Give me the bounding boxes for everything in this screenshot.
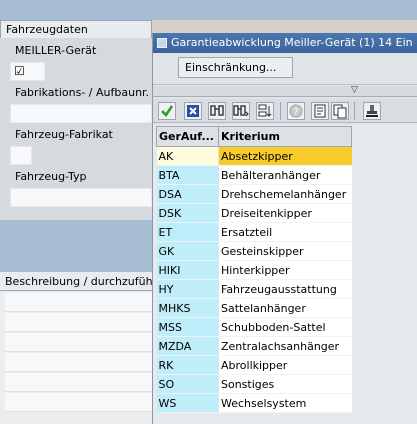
row-code-cell[interactable]: MZDA — [156, 336, 219, 356]
column-header-code[interactable]: GerAuf... — [156, 126, 219, 147]
row-criterion-cell[interactable]: Absetzkipper — [218, 146, 352, 166]
table-row[interactable]: GK Gesteinskipper — [156, 241, 352, 261]
row-code-cell[interactable]: DSA — [156, 184, 219, 204]
background-header-band — [0, 0, 417, 20]
description-row[interactable] — [5, 373, 152, 392]
find-next-icon[interactable] — [232, 102, 250, 120]
fahrzeug-fabrikat-field[interactable] — [10, 146, 32, 165]
value-help-dialog: Garantieabwicklung Meiller-Gerät (1) 14 … — [152, 33, 417, 424]
find-icon[interactable] — [208, 102, 226, 120]
table-row[interactable]: WS Wechselsystem — [156, 393, 352, 413]
description-row[interactable] — [5, 313, 152, 332]
table-row[interactable]: MSS Schubboden-Sattel — [156, 317, 352, 337]
row-criterion-cell[interactable]: Abrollkipper — [218, 355, 352, 375]
row-criterion-cell[interactable]: Ersatzteil — [218, 222, 352, 242]
table-row[interactable]: MZDA Zentralachsanhänger — [156, 336, 352, 356]
document-icon[interactable] — [311, 102, 329, 120]
row-code-cell[interactable]: MSS — [156, 317, 219, 337]
table-row[interactable]: SO Sonstiges — [156, 374, 352, 394]
row-criterion-cell[interactable]: Behälteranhänger — [218, 165, 352, 185]
fabrikation-label: Fabrikations- / Aufbaunr. — [15, 86, 150, 99]
row-criterion-cell[interactable]: Dreiseitenkipper — [218, 203, 352, 223]
fahrzeug-fabrikat-label: Fahrzeug-Fabrikat — [15, 128, 113, 141]
row-criterion-cell[interactable]: Hinterkipper — [218, 260, 352, 280]
row-criterion-cell[interactable]: Drehschemelanhänger — [218, 184, 352, 204]
system-menu-icon[interactable] — [157, 38, 167, 48]
table-row[interactable]: AK Absetzkipper — [156, 146, 352, 166]
toolbar-separator — [354, 102, 355, 120]
row-code-cell[interactable]: RK — [156, 355, 219, 375]
row-criterion-cell[interactable]: Zentralachsanhänger — [218, 336, 352, 356]
continue-icon[interactable] — [158, 102, 176, 120]
row-code-cell[interactable]: HY — [156, 279, 219, 299]
fahrzeug-typ-field[interactable] — [10, 188, 152, 207]
toolbar-separator — [280, 102, 281, 120]
table-row[interactable]: HIKI Hinterkipper — [156, 260, 352, 280]
description-row[interactable] — [5, 333, 152, 352]
meiller-label: MEILLER-Gerät — [15, 44, 97, 57]
result-table: GerAuf... Kriterium AK Absetzkipper BTA Beh… — [156, 126, 352, 413]
table-row[interactable]: MHKS Sattelanhänger — [156, 298, 352, 318]
row-criterion-cell[interactable]: Gesteinskipper — [218, 241, 352, 261]
table-header-row: GerAuf... Kriterium — [156, 126, 352, 147]
table-row[interactable]: DSK Dreiseitenkipper — [156, 203, 352, 223]
row-code-cell[interactable]: DSK — [156, 203, 219, 223]
table-row[interactable]: BTA Behälteranhänger — [156, 165, 352, 185]
row-criterion-cell[interactable]: Fahrzeugausstattung — [218, 279, 352, 299]
vehicle-data-form: MEILLER-Gerät ☑ Fabrikations- / Aufbaunr… — [0, 38, 152, 220]
row-code-cell[interactable]: HIKI — [156, 260, 219, 280]
section-title-fahrzeugdaten: Fahrzeugdaten — [0, 20, 152, 38]
description-row[interactable] — [5, 293, 152, 312]
sort-icon[interactable] — [256, 102, 274, 120]
row-code-cell[interactable]: SO — [156, 374, 219, 394]
table-row[interactable]: HY Fahrzeugausstattung — [156, 279, 352, 299]
row-criterion-cell[interactable]: Sonstiges — [218, 374, 352, 394]
svg-text:?: ? — [293, 107, 298, 118]
dialog-toolbar: ? — [153, 99, 417, 123]
row-code-cell[interactable]: MHKS — [156, 298, 219, 318]
table-row[interactable]: RK Abrollkipper — [156, 355, 352, 375]
result-list-area: GerAuf... Kriterium AK Absetzkipper BTA Beh… — [153, 125, 417, 424]
beschreibung-label: Beschreibung / durchzuführ — [0, 272, 152, 291]
stamp-icon[interactable] — [363, 102, 381, 120]
divider — [153, 84, 417, 85]
fabrikation-field[interactable] — [10, 104, 152, 123]
restriction-expander[interactable]: ▽ — [153, 86, 417, 97]
background-blue-band — [0, 220, 152, 272]
table-row[interactable]: DSA Drehschemelanhänger — [156, 184, 352, 204]
dialog-title: Garantieabwicklung Meiller-Gerät (1) 14 … — [171, 36, 413, 49]
row-code-cell[interactable]: BTA — [156, 165, 219, 185]
row-code-cell[interactable]: ET — [156, 222, 219, 242]
row-criterion-cell[interactable]: Schubboden-Sattel — [218, 317, 352, 337]
cancel-icon[interactable] — [184, 102, 202, 120]
row-code-cell[interactable]: AK — [156, 146, 219, 166]
row-criterion-cell[interactable]: Wechselsystem — [218, 393, 352, 413]
description-rows — [0, 291, 152, 424]
description-row[interactable] — [5, 353, 152, 372]
table-row[interactable]: ET Ersatzteil — [156, 222, 352, 242]
row-criterion-cell[interactable]: Sattelanhänger — [218, 298, 352, 318]
dialog-title-bar[interactable]: Garantieabwicklung Meiller-Gerät (1) 14 … — [153, 33, 417, 53]
row-code-cell[interactable]: WS — [156, 393, 219, 413]
column-header-criterion[interactable]: Kriterium — [218, 126, 352, 147]
expand-arrow-icon[interactable]: ▽ — [351, 86, 358, 95]
description-row[interactable] — [5, 393, 152, 412]
meiller-checkbox[interactable]: ☑ — [10, 62, 45, 81]
row-code-cell[interactable]: GK — [156, 241, 219, 261]
restriction-button[interactable]: Einschränkung... — [178, 57, 293, 78]
help-icon[interactable]: ? — [287, 102, 305, 120]
fahrzeug-typ-label: Fahrzeug-Typ — [15, 170, 87, 183]
copy-icon[interactable] — [331, 102, 349, 120]
